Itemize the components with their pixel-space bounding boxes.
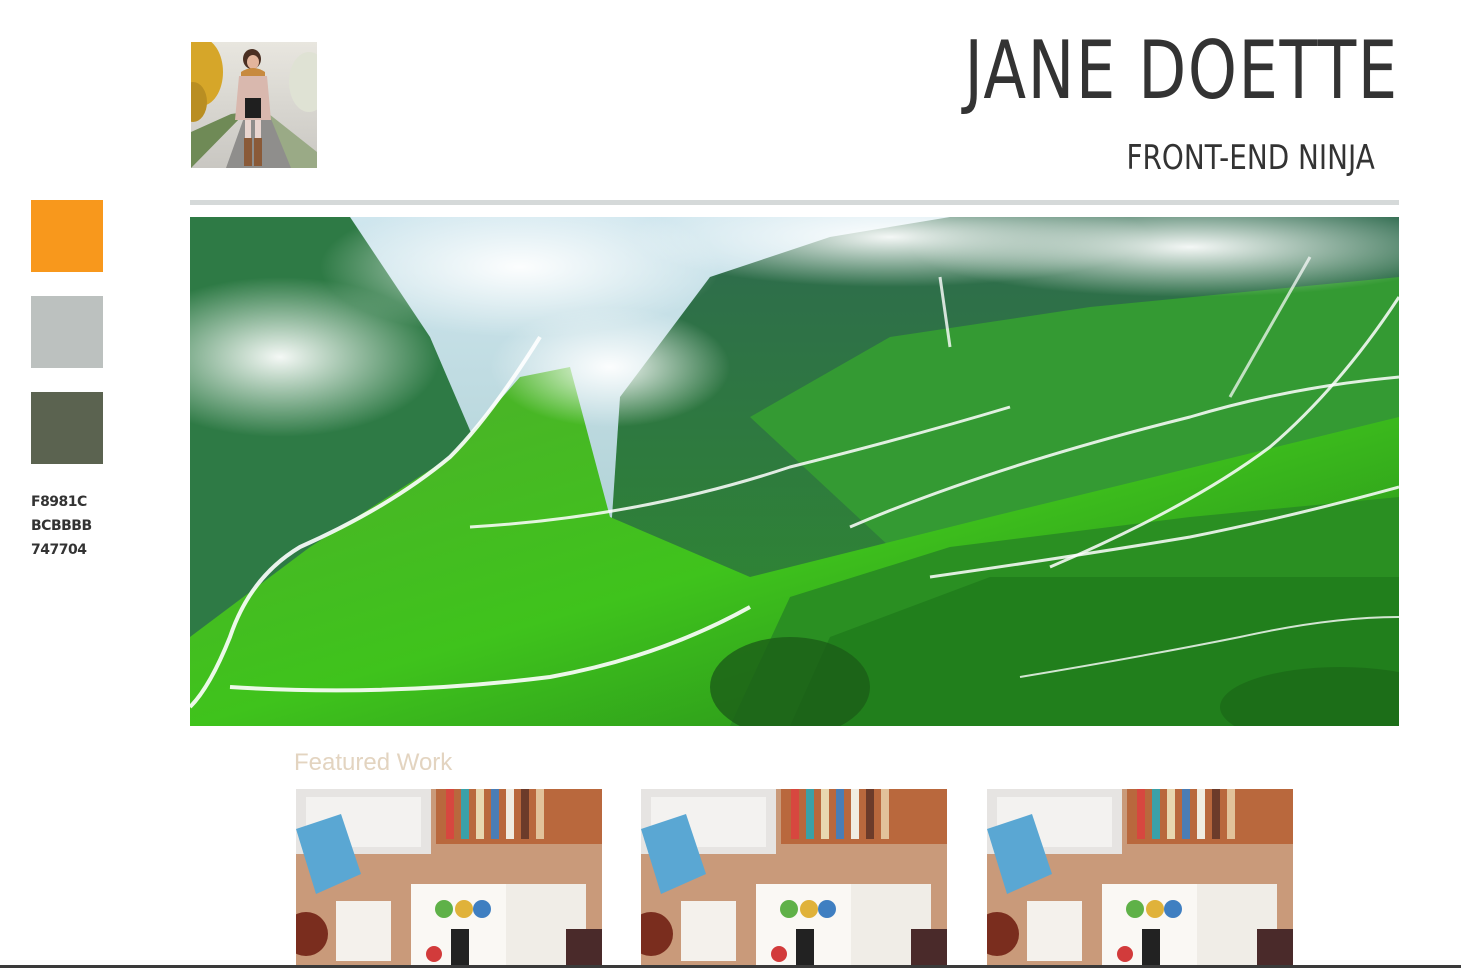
color-swatch-gray (31, 296, 103, 368)
palette-code: BCBBBB (31, 518, 92, 534)
palette-code: 747704 (31, 542, 87, 558)
avatar (191, 42, 317, 168)
palette-code: F8981C (31, 494, 87, 510)
palette-codes: F8981C BCBBBB 747704 (31, 490, 92, 562)
featured-work-thumbnail[interactable] (296, 789, 602, 968)
hero-image (190, 217, 1399, 726)
featured-work-heading: Featured Work (294, 749, 453, 776)
header-divider (190, 200, 1399, 205)
job-title: FRONT-END NINJA (1126, 138, 1375, 178)
featured-work-thumbnail[interactable] (641, 789, 947, 968)
portfolio-page: F8981C BCBBBB 747704 JANE DOETTE FRONT-E… (0, 0, 1461, 968)
featured-work-thumbnail[interactable] (987, 789, 1293, 968)
color-swatch-orange (31, 200, 103, 272)
color-swatch-olive (31, 392, 103, 464)
page-title: JANE DOETTE (964, 24, 1399, 117)
